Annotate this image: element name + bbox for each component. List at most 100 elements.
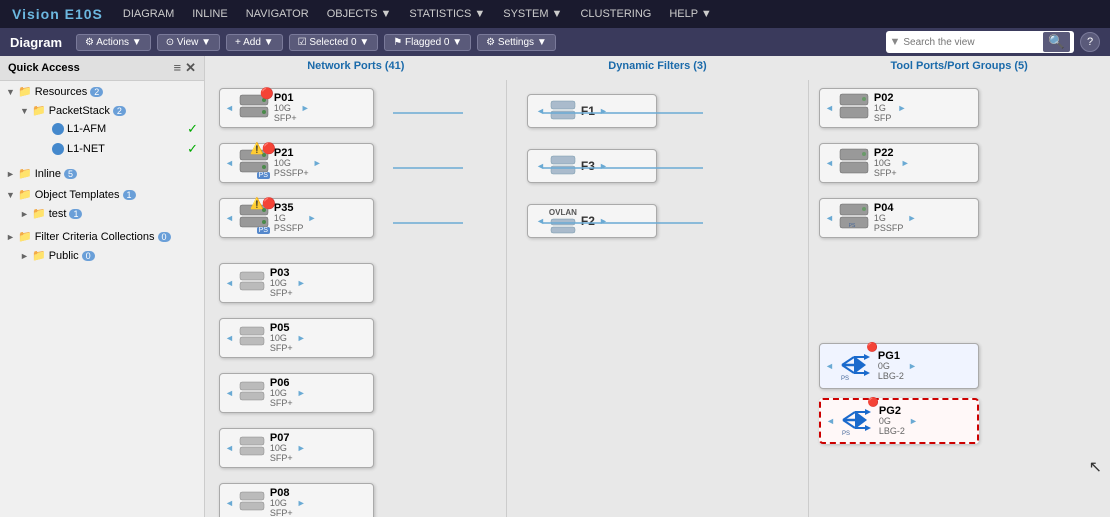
badge-public: 0 bbox=[82, 251, 95, 261]
tree-label-resources: Resources bbox=[35, 86, 88, 98]
flagged-button[interactable]: ⚑ Flagged 0 ▼ bbox=[384, 34, 471, 51]
node-f3[interactable]: ◄ F3 ► bbox=[527, 149, 657, 183]
folder-icon-filter-criteria: 📁 bbox=[18, 230, 32, 243]
badge-p21: 🔴 bbox=[262, 142, 276, 155]
port-info-pg1: PG1 0GLBG-2 bbox=[878, 350, 904, 382]
warning-p35: ⚠️ bbox=[250, 197, 264, 210]
node-p04[interactable]: ◄ PS P04 1GPSSFP ► bbox=[819, 198, 979, 238]
tree-filter-criteria: ► 📁 Filter Criteria Collections 0 ► 📁 Pu… bbox=[0, 226, 204, 268]
badge-pg1: 🔴 bbox=[867, 342, 878, 353]
nav-help[interactable]: HELP ▼ bbox=[669, 8, 711, 20]
badge-p01: 🔴 bbox=[260, 87, 274, 100]
right-arrow-f3: ► bbox=[599, 161, 608, 171]
node-pg1[interactable]: ◄ 🔴 bbox=[819, 343, 979, 389]
node-p03[interactable]: ◄ P03 10GSFP+ ► bbox=[219, 263, 374, 303]
search-button[interactable]: 🔍 bbox=[1043, 32, 1070, 52]
node-p22[interactable]: ◄ P22 10GSFP+ ► bbox=[819, 143, 979, 183]
tree-row-inline[interactable]: ► 📁 Inline 5 bbox=[0, 165, 204, 182]
sidebar-title: Quick Access bbox=[8, 62, 80, 74]
tree-arrow-filter-criteria: ► bbox=[6, 232, 18, 242]
left-arrow-p05: ◄ bbox=[225, 333, 234, 343]
nav-diagram[interactable]: DIAGRAM bbox=[123, 8, 174, 20]
tree-row-object-templates[interactable]: ▼ 📁 Object Templates 1 bbox=[0, 186, 204, 203]
node-p35[interactable]: ◄ 🔴 ⚠️ PS P35 1GPSSFP ► bbox=[219, 198, 374, 238]
view-button[interactable]: ⊙ View ▼ bbox=[157, 34, 220, 51]
nav-navigator[interactable]: NAVIGATOR bbox=[246, 8, 309, 20]
nav-statistics[interactable]: STATISTICS ▼ bbox=[409, 8, 485, 20]
tree-test: ► 📁 test 1 bbox=[0, 203, 204, 224]
add-button[interactable]: + Add ▼ bbox=[226, 34, 283, 51]
svg-text:PS: PS bbox=[842, 431, 850, 437]
sidebar-header-icons: ≡ ✕ bbox=[174, 60, 197, 76]
port-speed-p35: 1GPSSFP bbox=[274, 214, 304, 234]
nav-objects[interactable]: OBJECTS ▼ bbox=[327, 8, 392, 20]
tree-row-l1afm[interactable]: L1-AFM ✓ bbox=[14, 119, 204, 139]
port-speed-p06: 10GSFP+ bbox=[270, 389, 293, 409]
node-p06[interactable]: ◄ P06 10GSFP+ ► bbox=[219, 373, 374, 413]
node-p01[interactable]: ◄ 🔴 P01 10GSFP+ ► bbox=[219, 88, 374, 128]
tree-label-filter-criteria: Filter Criteria Collections bbox=[35, 231, 155, 243]
tree-row-l1net[interactable]: L1-NET ✓ bbox=[14, 139, 204, 159]
right-arrow-p02: ► bbox=[898, 103, 907, 113]
tree-row-filter-criteria[interactable]: ► 📁 Filter Criteria Collections 0 bbox=[0, 228, 204, 245]
port-info-p21: P21 10GPSSFP+ bbox=[274, 147, 309, 179]
port-icon-p03 bbox=[238, 270, 266, 295]
left-arrow-p06: ◄ bbox=[225, 388, 234, 398]
sidebar-close-icon[interactable]: ✕ bbox=[185, 60, 196, 76]
nav-clustering[interactable]: CLUSTERING bbox=[580, 8, 651, 20]
node-p07[interactable]: ◄ P07 10GSFP+ ► bbox=[219, 428, 374, 468]
col-header-filters: Dynamic Filters (3) bbox=[507, 56, 809, 80]
filter-id-f1: F1 bbox=[581, 104, 595, 118]
node-f1[interactable]: ◄ F1 ► bbox=[527, 94, 657, 128]
tree-public: ► 📁 Public 0 bbox=[0, 245, 204, 266]
badge-object-templates: 1 bbox=[123, 190, 136, 200]
node-pg2[interactable]: ◄ 🔴 P bbox=[819, 398, 979, 444]
folder-icon-test: 📁 bbox=[32, 207, 46, 220]
node-p05[interactable]: ◄ P05 10GSFP+ ► bbox=[219, 318, 374, 358]
folder-icon-public: 📁 bbox=[32, 249, 46, 262]
tree-object-templates: ▼ 📁 Object Templates 1 ► 📁 test 1 bbox=[0, 184, 204, 226]
left-arrow-p22: ◄ bbox=[825, 158, 834, 168]
left-arrow-f1: ◄ bbox=[536, 106, 545, 116]
selected-button[interactable]: ☑ Selected 0 ▼ bbox=[289, 34, 379, 51]
folder-icon-inline: 📁 bbox=[18, 167, 32, 180]
badge-p35: 🔴 bbox=[262, 197, 276, 210]
port-info-p03: P03 10GSFP+ bbox=[270, 267, 293, 299]
tree-row-packetstack[interactable]: ▼ 📁 PacketStack 2 bbox=[14, 102, 204, 119]
app-brand: Vision E10S bbox=[12, 6, 103, 22]
node-p08[interactable]: ◄ P08 10GSFP+ ► bbox=[219, 483, 374, 517]
left-arrow-p08: ◄ bbox=[225, 498, 234, 508]
warning-p21: ⚠️ bbox=[250, 142, 264, 155]
port-speed-p01: 10GSFP+ bbox=[274, 104, 297, 124]
settings-button[interactable]: ⚙ Settings ▼ bbox=[477, 34, 556, 51]
lane-tools: ◄ P02 1GSFP ► ◄ bbox=[809, 80, 1110, 517]
left-arrow-pg2: ◄ bbox=[826, 416, 835, 426]
tree-row-resources[interactable]: ▼ 📁 Resources 2 bbox=[0, 83, 204, 100]
svg-text:PS: PS bbox=[841, 376, 849, 382]
help-button[interactable]: ? bbox=[1080, 32, 1100, 52]
node-p21[interactable]: ◄ 🔴 ⚠️ PS P21 10GPSSFP+ ► bbox=[219, 143, 374, 183]
tree-row-public[interactable]: ► 📁 Public 0 bbox=[14, 247, 204, 264]
right-arrow-p06: ► bbox=[297, 388, 306, 398]
tree-arrow-object-templates: ▼ bbox=[6, 190, 18, 200]
port-info-p02: P02 1GSFP bbox=[874, 92, 894, 124]
port-info-p08: P08 10GSFP+ bbox=[270, 487, 293, 517]
sidebar-list-icon[interactable]: ≡ bbox=[174, 60, 182, 76]
node-p02[interactable]: ◄ P02 1GSFP ► bbox=[819, 88, 979, 128]
node-f2[interactable]: ◄ OVLAN F2 ► bbox=[527, 204, 657, 238]
port-info-p07: P07 10GSFP+ bbox=[270, 432, 293, 464]
tree-arrow-public: ► bbox=[20, 251, 32, 261]
sidebar-header: Quick Access ≡ ✕ bbox=[0, 56, 204, 81]
tool-icon-p22 bbox=[838, 147, 870, 178]
nav-system[interactable]: SYSTEM ▼ bbox=[503, 8, 562, 20]
actions-button[interactable]: ⚙ Actions ▼ bbox=[76, 34, 151, 51]
search-input[interactable] bbox=[903, 37, 1043, 48]
nav-inline[interactable]: INLINE bbox=[192, 8, 227, 20]
tree-row-test[interactable]: ► 📁 test 1 bbox=[14, 205, 204, 222]
badge-inline: 5 bbox=[64, 169, 77, 179]
diagram-canvas[interactable]: Network Ports (41) Dynamic Filters (3) T… bbox=[205, 56, 1110, 517]
tree-arrow-packetstack: ▼ bbox=[20, 106, 32, 116]
filter-icon-f1 bbox=[549, 99, 577, 124]
tree-arrow-test: ► bbox=[20, 209, 32, 219]
check-l1afm: ✓ bbox=[187, 121, 198, 137]
